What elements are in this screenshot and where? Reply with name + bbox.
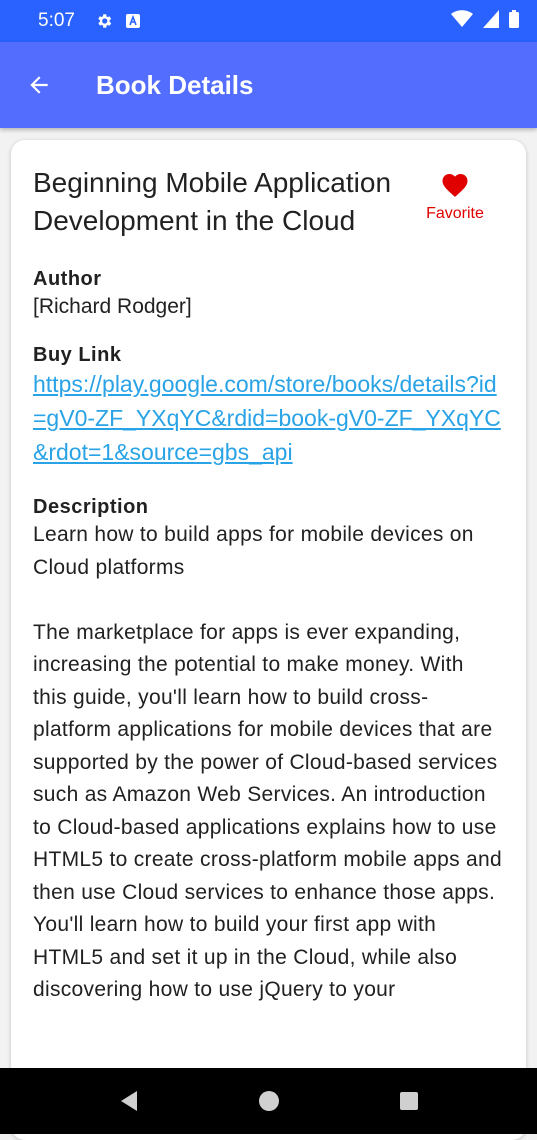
app-bar: Book Details	[0, 42, 537, 128]
status-bar: 5:07	[0, 0, 537, 42]
a-icon	[125, 13, 141, 29]
back-triangle-icon	[120, 1091, 137, 1111]
system-nav-bar	[0, 1068, 537, 1134]
nav-home-button[interactable]	[239, 1071, 299, 1131]
buy-link[interactable]: https://play.google.com/store/books/deta…	[33, 367, 503, 469]
book-title: Beginning Mobile Application Development…	[33, 167, 392, 236]
book-details-card: Beginning Mobile Application Development…	[11, 140, 526, 1140]
page-title: Book Details	[96, 69, 254, 100]
nav-back-button[interactable]	[99, 1071, 159, 1131]
author-value: [Richard Rodger]	[33, 295, 192, 318]
battery-icon	[509, 9, 519, 33]
favorite-label: Favorite	[426, 205, 484, 222]
favorite-button[interactable]: Favorite	[408, 170, 502, 223]
description-label: Description	[33, 496, 149, 518]
signal-icon	[483, 9, 499, 33]
author-label: Author	[33, 268, 102, 290]
nav-recents-button[interactable]	[379, 1071, 439, 1131]
heart-icon	[442, 174, 468, 197]
recents-square-icon	[399, 1092, 418, 1110]
back-button[interactable]	[19, 65, 59, 105]
settings-icon	[95, 12, 113, 30]
home-circle-icon	[258, 1091, 279, 1111]
description-text: Learn how to build apps for mobile devic…	[33, 523, 502, 1001]
wifi-icon	[451, 9, 473, 33]
arrow-back-icon	[30, 76, 48, 94]
buy-link-label: Buy Link	[33, 344, 122, 366]
status-time: 5:07	[38, 10, 75, 31]
